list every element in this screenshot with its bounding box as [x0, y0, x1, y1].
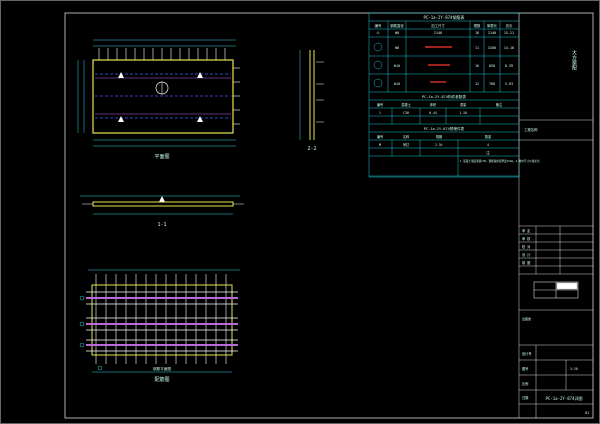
svg-text:制 图: 制 图: [522, 260, 530, 265]
svg-text:设 计: 设 计: [522, 252, 531, 257]
svg-text:备注: 备注: [496, 102, 503, 107]
svg-text:重量: 重量: [460, 102, 467, 107]
svg-text:2140: 2140: [488, 31, 496, 35]
svg-text:15.21: 15.21: [504, 31, 514, 35]
page-number: 01: [585, 411, 589, 415]
svg-text:Φ10: Φ10: [394, 82, 400, 86]
stamp-label: 出图章: [522, 316, 531, 321]
svg-text:12: 12: [475, 82, 479, 86]
svg-text:0.44: 0.44: [429, 111, 437, 115]
svg-text:14.16: 14.16: [504, 46, 514, 50]
svg-text:2140: 2140: [434, 31, 442, 35]
svg-text:1.10: 1.10: [459, 111, 467, 115]
component-table-title: PC-1a-2Y-874构件参数表: [422, 94, 466, 99]
svg-text:规格: 规格: [436, 134, 443, 139]
cad-drawing-canvas[interactable]: 平面图 2-2 1-1 钢筋平面图 配筋图 PC-1a-2Y-874钢筋表 编号…: [0, 0, 600, 424]
svg-text:3260: 3260: [488, 46, 496, 50]
svg-text:审 核: 审 核: [522, 236, 531, 241]
svg-text:编号: 编号: [377, 102, 383, 107]
date-label: 日期: [522, 395, 528, 400]
svg-text:混凝土: 混凝土: [401, 102, 411, 107]
svg-text:C30: C30: [403, 111, 409, 115]
svg-text:8.39: 8.39: [505, 64, 513, 68]
plan-view-label: 平面图: [154, 154, 169, 160]
svg-text:5.63: 5.63: [505, 82, 513, 86]
svg-text:16: 16: [475, 64, 479, 68]
svg-text:根数: 根数: [474, 23, 481, 28]
project-name-label: 工程名称: [524, 127, 538, 132]
svg-text:4: 4: [487, 143, 489, 147]
svg-text:校 对: 校 对: [522, 244, 531, 249]
svg-text:M: M: [379, 143, 381, 147]
rebar-plan-label: 配筋图: [154, 376, 169, 383]
project-vertical-title: 大方案配: [571, 49, 577, 71]
svg-text:编号: 编号: [375, 23, 382, 28]
svg-text:体积: 体积: [430, 102, 437, 107]
sheet-title: PC-1a-2Y-874详图: [546, 395, 583, 401]
svg-text:18: 18: [475, 31, 479, 35]
svg-text:名称: 名称: [403, 134, 410, 139]
scale-value: 1:20: [570, 367, 578, 371]
embed-table-title: PC-1a-2Y-874预埋件表: [424, 126, 465, 131]
rebar-schedule-title: PC-1a-2Y-874钢筋表: [424, 14, 465, 20]
svg-text:加工尺寸: 加工尺寸: [431, 23, 445, 28]
svg-text:Φ8: Φ8: [395, 46, 399, 50]
section-1-1-label: 1-1: [157, 222, 166, 228]
svg-text:钢筋直径: 钢筋直径: [390, 23, 404, 28]
svg-text:数量: 数量: [485, 134, 492, 139]
svg-text:单根长: 单根长: [487, 23, 498, 28]
drawing-no-label: 图号: [522, 366, 528, 371]
svg-text:11: 11: [475, 46, 479, 50]
rebar-plan-sublabel: 钢筋平面图: [153, 366, 171, 371]
section-2-2-label: 2-2: [307, 146, 316, 152]
design-no-label: 设计号: [522, 351, 532, 356]
svg-text:吊钉: 吊钉: [403, 142, 410, 147]
note-text: 1.混凝土强度等级C30，钢筋保护层厚度15mm。2.图中尺寸以毫米计。: [460, 159, 542, 163]
svg-text:850: 850: [489, 64, 495, 68]
svg-text:编号: 编号: [377, 134, 383, 139]
svg-text:760: 760: [489, 82, 495, 86]
svg-text:2.5t: 2.5t: [435, 143, 443, 147]
svg-text:总长: 总长: [506, 23, 513, 28]
svg-text:Φ10: Φ10: [394, 64, 400, 68]
svg-text:1: 1: [379, 111, 381, 115]
svg-text:审 定: 审 定: [522, 228, 531, 233]
scale-label: 比例: [522, 381, 528, 386]
rebar-schedule-header: 编号 钢筋直径 加工尺寸 根数 单根长 总长: [375, 23, 513, 28]
svg-text:Φ8: Φ8: [395, 31, 399, 35]
svg-text:①: ①: [376, 31, 379, 35]
